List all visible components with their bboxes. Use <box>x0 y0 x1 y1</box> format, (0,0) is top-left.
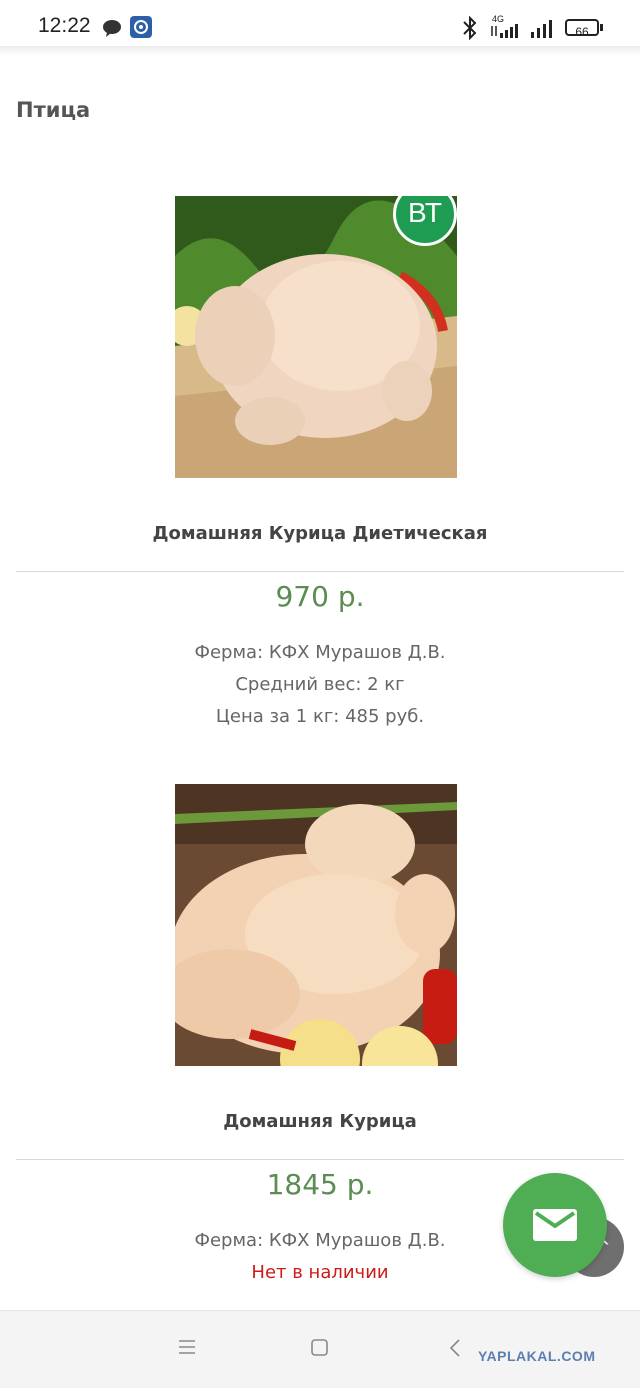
section-title: Птица <box>16 98 91 122</box>
product-name[interactable]: Домашняя Курица <box>0 1111 640 1132</box>
product-name[interactable]: Домашняя Курица Диетическая <box>0 523 640 544</box>
header-shadow <box>0 46 640 56</box>
battery-level: 66 <box>575 25 589 39</box>
chat-bubble-icon <box>103 20 121 37</box>
mail-button[interactable] <box>503 1173 607 1277</box>
signal-icon <box>531 20 552 38</box>
signal-icon <box>491 24 518 38</box>
product-farm: Ферма: КФХ Мурашов Д.В. <box>194 642 446 663</box>
watermark: YAPLAKAL.COM <box>478 1348 596 1364</box>
home-icon[interactable] <box>311 1339 329 1357</box>
app-notification-icon <box>130 16 152 38</box>
product-weight: Средний вес: 2 кг <box>235 674 405 695</box>
product-price: 970 р. <box>275 580 365 613</box>
battery-tip <box>600 24 603 31</box>
status-bar: 12:22 4G 66 <box>0 0 640 52</box>
product-image[interactable] <box>175 784 457 1066</box>
bluetooth-icon <box>463 16 477 40</box>
network-label: 4G <box>492 14 505 24</box>
divider <box>16 571 624 572</box>
product-image[interactable]: ВТ <box>175 196 457 478</box>
back-icon[interactable] <box>448 1339 462 1357</box>
product-info: Ферма: КФХ Мурашов Д.В. Средний вес: 2 к… <box>0 637 640 733</box>
status-time: 12:22 <box>38 14 91 37</box>
mail-icon <box>533 1209 577 1241</box>
battery-icon: 66 <box>565 19 599 39</box>
menu-icon[interactable] <box>178 1339 196 1355</box>
divider <box>16 1159 624 1160</box>
bt-badge-label: ВТ <box>408 197 442 228</box>
product-price-per-kg: Цена за 1 кг: 485 руб. <box>215 706 425 727</box>
